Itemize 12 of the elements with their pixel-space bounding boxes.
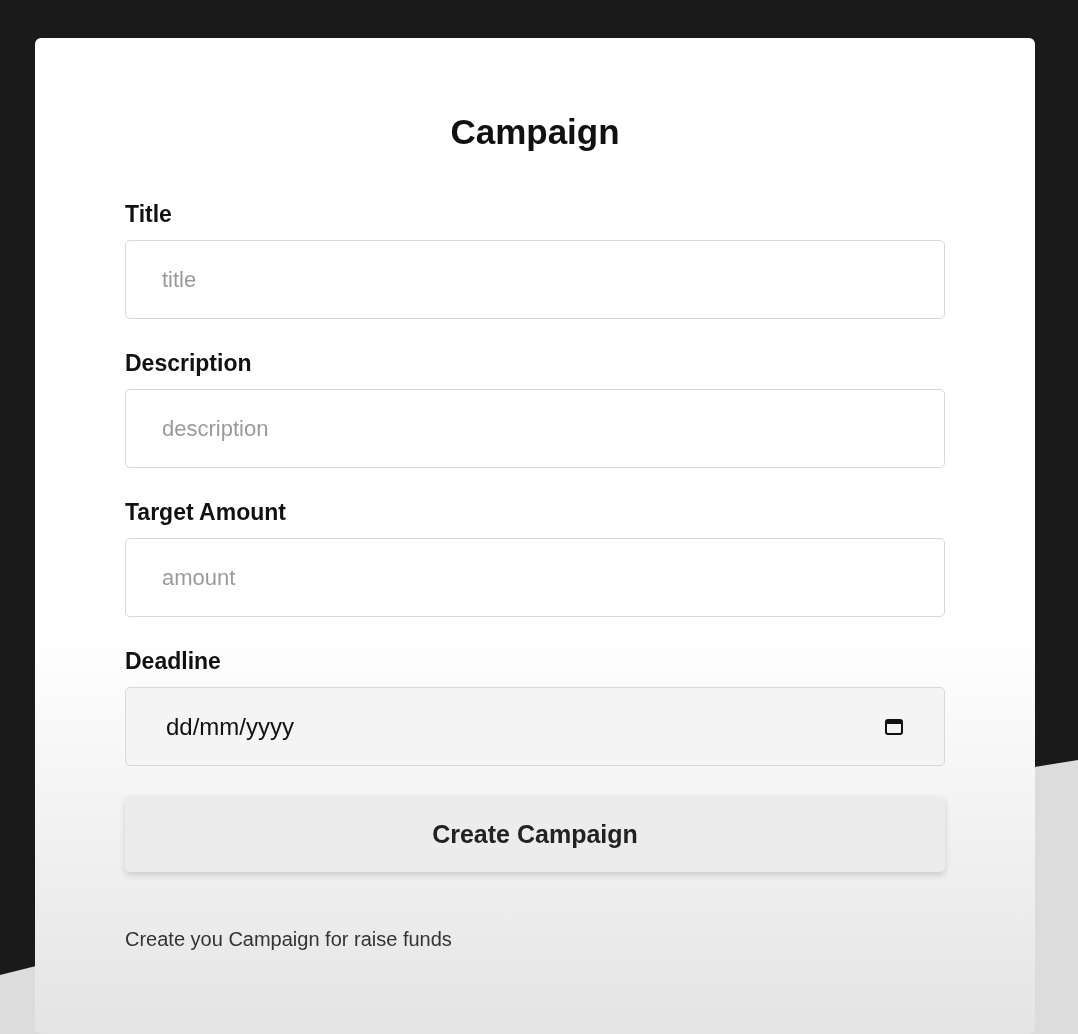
field-label: Title xyxy=(125,200,173,228)
input-field[interactable]: description xyxy=(125,389,945,468)
input-field[interactable]: title xyxy=(125,240,945,319)
field-label: Deadline xyxy=(125,647,222,675)
date-field[interactable]: dd/mm/yyyy xyxy=(125,687,945,766)
footnote-text: Create you Campaign for raise funds xyxy=(125,928,453,951)
input-field[interactable]: amount xyxy=(125,538,945,617)
field-label: Description xyxy=(125,349,253,377)
form-title: Campaign xyxy=(449,111,621,153)
calendar-icon[interactable] xyxy=(884,716,904,737)
create-campaign-button[interactable]: Create Campaign xyxy=(125,796,945,872)
field-label: Target Amount xyxy=(125,498,287,526)
